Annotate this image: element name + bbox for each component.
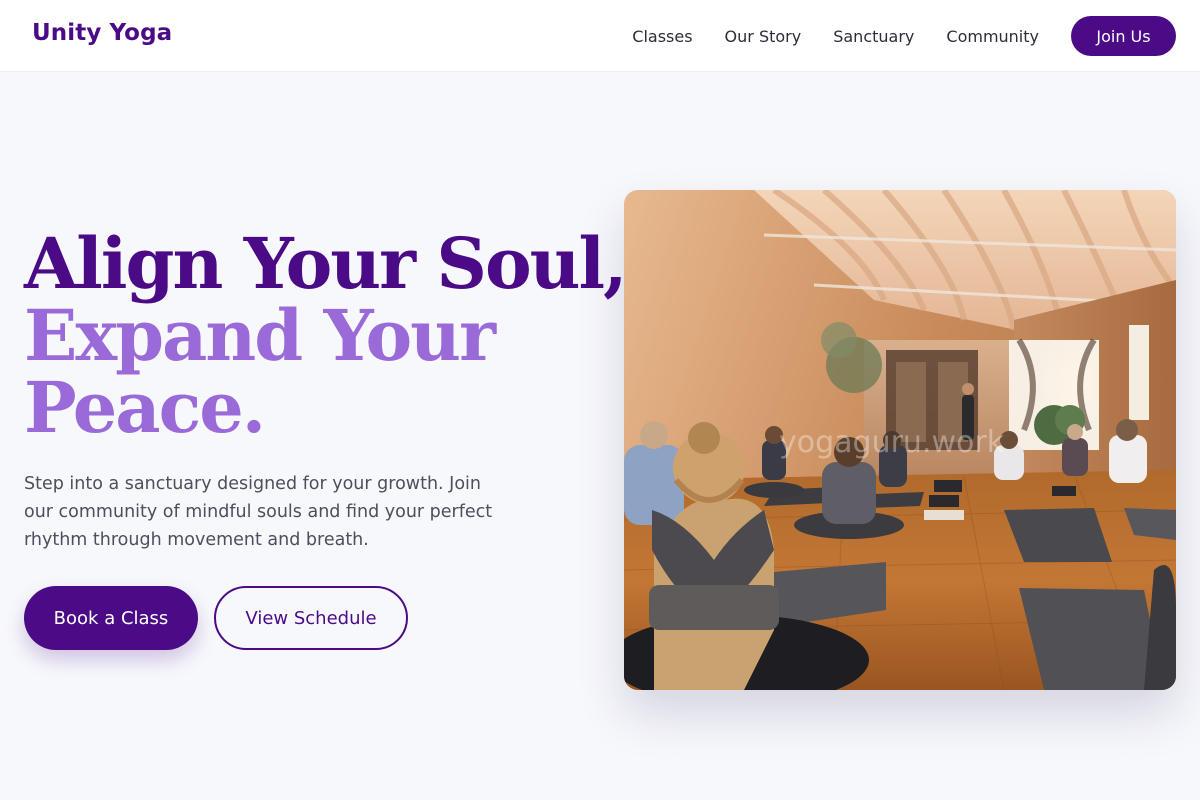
logo[interactable]: Unity Yoga (32, 20, 172, 46)
join-us-button[interactable]: Join Us (1071, 16, 1176, 56)
site-header: Unity Yoga Classes Our Story Sanctuary C… (0, 0, 1200, 72)
nav-link-classes[interactable]: Classes (632, 27, 692, 46)
hero-subtitle: Step into a sanctuary designed for your … (24, 474, 493, 550)
image-watermark: yogaguru.work (779, 425, 1005, 460)
view-schedule-button[interactable]: View Schedule (214, 586, 408, 650)
nav-link-community[interactable]: Community (946, 27, 1039, 46)
book-class-button[interactable]: Book a Class (24, 586, 198, 650)
nav-link-sanctuary[interactable]: Sanctuary (833, 27, 914, 46)
main-nav: Classes Our Story Sanctuary Community Jo… (632, 15, 1176, 57)
hero-headline: Align Your Soul, Expand Your Peace. (24, 222, 628, 449)
headline-line-3: Peace. (24, 366, 266, 449)
hero-photo-yoga-studio: yogaguru.work (624, 190, 1176, 690)
headline-line-2: Expand Your (24, 294, 496, 377)
headline-line-1: Align Your Soul, (24, 222, 628, 305)
nav-link-our-story[interactable]: Our Story (725, 27, 802, 46)
